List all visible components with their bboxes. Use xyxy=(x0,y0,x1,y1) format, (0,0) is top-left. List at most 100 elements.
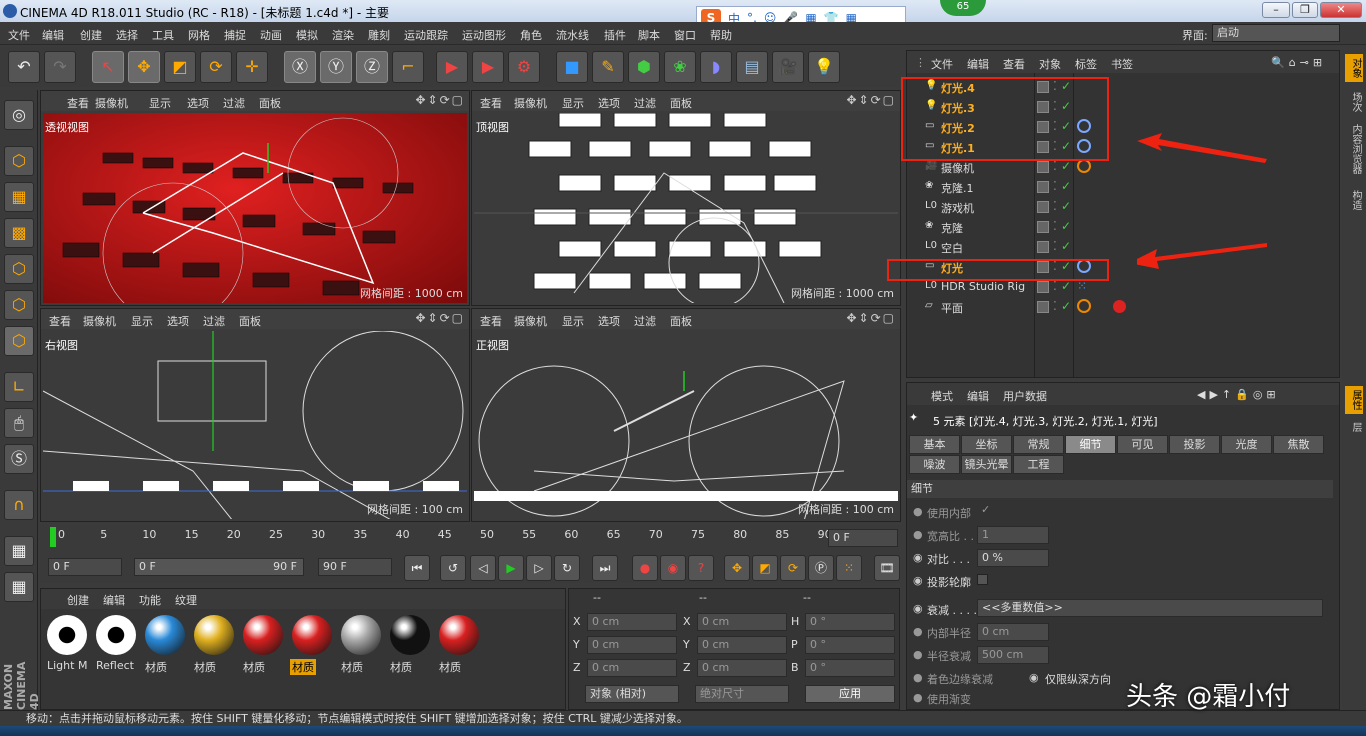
points-mode-icon[interactable]: ⬡ xyxy=(4,254,34,284)
compositing-tag-icon[interactable] xyxy=(1077,299,1091,313)
attr-tab[interactable]: 常规 xyxy=(1013,435,1064,454)
redo-icon[interactable]: ↷ xyxy=(44,51,76,83)
vp-menu-display[interactable]: 显示 xyxy=(562,95,584,111)
layer-swatch[interactable] xyxy=(1037,161,1049,173)
attr-tab[interactable]: 投影 xyxy=(1169,435,1220,454)
key-scale-icon[interactable]: ◩ xyxy=(752,555,778,581)
object-name[interactable]: 游戏机 xyxy=(941,200,974,216)
material-ball[interactable] xyxy=(292,615,332,655)
inner-radius-field[interactable]: 0 cm xyxy=(977,623,1049,641)
falloff-select[interactable]: <<多重数值>> xyxy=(977,599,1323,617)
vp-menu-panel[interactable]: 面板 xyxy=(259,95,281,111)
vp-menu-display[interactable]: 显示 xyxy=(149,95,171,111)
live-select-icon[interactable]: ↖ xyxy=(92,51,124,83)
radius-field[interactable]: 500 cm xyxy=(977,646,1049,664)
next-key-icon[interactable]: ↻ xyxy=(554,555,580,581)
viewport-perspective[interactable]: 查看 摄像机 显示 选项 过滤 面板 ✥⇕⟳▢ 透视视图 网格间距: 1000… xyxy=(40,90,470,306)
vp-menu-options[interactable]: 选项 xyxy=(598,313,620,329)
layout-select[interactable]: 启动 xyxy=(1212,24,1340,42)
mat-menu-edit[interactable]: 编辑 xyxy=(103,592,125,608)
layer-swatch[interactable] xyxy=(1037,201,1049,213)
vp-menu-camera[interactable]: 摄像机 xyxy=(514,313,547,329)
material-label[interactable]: 材质 xyxy=(241,659,267,675)
object-name[interactable]: 克隆 xyxy=(941,220,963,236)
om-menu-edit[interactable]: 编辑 xyxy=(967,56,989,72)
maximize-button[interactable]: ❐ xyxy=(1292,2,1318,18)
cloner-icon[interactable]: ❀ xyxy=(664,51,696,83)
visibility-dots[interactable]: ⁚ xyxy=(1053,179,1057,193)
aspect-field[interactable]: 1 xyxy=(977,526,1049,544)
viewport-nav-icons[interactable]: ✥⇕⟳▢ xyxy=(415,93,465,107)
undo-icon[interactable]: ↶ xyxy=(8,51,40,83)
coordinate-system-icon[interactable]: ⌐ xyxy=(392,51,424,83)
am-menu-userdata[interactable]: 用户数据 xyxy=(1003,388,1047,404)
am-nav-icons[interactable]: ◀▶↑🔒◎⊞ xyxy=(1197,388,1280,401)
rotate-icon[interactable]: ⟳ xyxy=(200,51,232,83)
move-icon[interactable]: ✥ xyxy=(128,51,160,83)
key-param-icon[interactable]: Ⓟ xyxy=(808,555,834,581)
shadow-caster-checkbox[interactable] xyxy=(977,574,988,585)
layer-swatch[interactable] xyxy=(1037,221,1049,233)
current-frame-field[interactable]: 0 F xyxy=(828,529,898,547)
edges-mode-icon[interactable]: ⬡ xyxy=(4,290,34,320)
attr-tab[interactable]: 坐标 xyxy=(961,435,1012,454)
visibility-dots[interactable]: ⁚ xyxy=(1053,279,1057,293)
scale-icon[interactable]: ◩ xyxy=(164,51,196,83)
display-tag-icon[interactable]: ⁙ xyxy=(1077,279,1087,293)
lock-workplane-icon[interactable]: ▦ xyxy=(4,536,34,566)
vp-menu-display[interactable]: 显示 xyxy=(562,313,584,329)
pen-icon[interactable]: ✎ xyxy=(592,51,624,83)
viewport-nav-icons[interactable]: ✥⇕⟳▢ xyxy=(846,311,896,325)
material-label[interactable]: 材质 xyxy=(290,659,316,675)
contrast-field[interactable]: 0 % xyxy=(977,549,1049,567)
enable-check-icon[interactable]: ✓ xyxy=(1061,159,1071,173)
key-rotation-icon[interactable]: ⟳ xyxy=(780,555,806,581)
vp-menu-camera[interactable]: 摄像机 xyxy=(83,313,116,329)
menu-simulate[interactable]: 模拟 xyxy=(296,27,318,43)
menu-plugins[interactable]: 插件 xyxy=(604,27,626,43)
object-name[interactable]: HDR Studio Rig xyxy=(941,280,1025,293)
minimize-button[interactable]: – xyxy=(1262,2,1290,18)
radio-icon[interactable]: ● xyxy=(913,528,923,541)
mat-menu-texture[interactable]: 纹理 xyxy=(175,592,197,608)
material-tag-icon[interactable] xyxy=(1113,300,1126,313)
timeline-icon[interactable]: 🎞 xyxy=(874,555,900,581)
render-settings-icon[interactable]: ⚙ xyxy=(508,51,540,83)
menu-motion-tracking[interactable]: 运动跟踪 xyxy=(404,27,448,43)
subdivision-icon[interactable]: ⬢ xyxy=(628,51,660,83)
tab-attributes[interactable]: 属性 xyxy=(1345,386,1363,414)
layer-swatch[interactable] xyxy=(1037,241,1049,253)
material-ball[interactable] xyxy=(243,615,283,655)
coord-field[interactable]: 0 ° xyxy=(805,613,895,631)
menu-snap[interactable]: 捕捉 xyxy=(224,27,246,43)
vp-menu-view[interactable]: 查看 xyxy=(480,95,502,111)
layer-swatch[interactable] xyxy=(1037,181,1049,193)
material-label[interactable]: 材质 xyxy=(437,659,463,675)
vp-menu-options[interactable]: 选项 xyxy=(187,95,209,111)
menu-animate[interactable]: 动画 xyxy=(260,27,282,43)
checkmark-icon[interactable]: ✓ xyxy=(981,503,990,516)
coord-field[interactable]: 0 ° xyxy=(805,659,895,677)
mat-menu-create[interactable]: 创建 xyxy=(67,592,89,608)
enable-check-icon[interactable]: ✓ xyxy=(1061,199,1071,213)
menu-pipeline[interactable]: 流水线 xyxy=(556,27,589,43)
om-menu-objects[interactable]: 对象 xyxy=(1039,56,1061,72)
om-menu-tags[interactable]: 标签 xyxy=(1075,56,1097,72)
enable-check-icon[interactable]: ✓ xyxy=(1061,239,1071,253)
vp-menu-options[interactable]: 选项 xyxy=(167,313,189,329)
menu-create[interactable]: 创建 xyxy=(80,27,102,43)
render-view-icon[interactable]: ▶ xyxy=(436,51,468,83)
tab-structure[interactable]: 构造 xyxy=(1345,190,1363,210)
tweak-mode-icon[interactable]: 🖱 xyxy=(4,408,34,438)
enable-check-icon[interactable]: ✓ xyxy=(1061,219,1071,233)
material-label[interactable]: 材质 xyxy=(143,659,169,675)
vp-menu-panel[interactable]: 面板 xyxy=(670,313,692,329)
coord-field[interactable]: 0 cm xyxy=(587,659,677,677)
material-ball[interactable] xyxy=(390,615,430,655)
texture-mode-icon[interactable]: ▦ xyxy=(4,182,34,212)
material-label[interactable]: Light M xyxy=(45,659,89,672)
attr-tab[interactable]: 光度 xyxy=(1221,435,1272,454)
start-frame-field[interactable]: 0 F xyxy=(48,558,122,576)
material-ball[interactable] xyxy=(96,615,136,655)
menu-tools[interactable]: 工具 xyxy=(152,27,174,43)
